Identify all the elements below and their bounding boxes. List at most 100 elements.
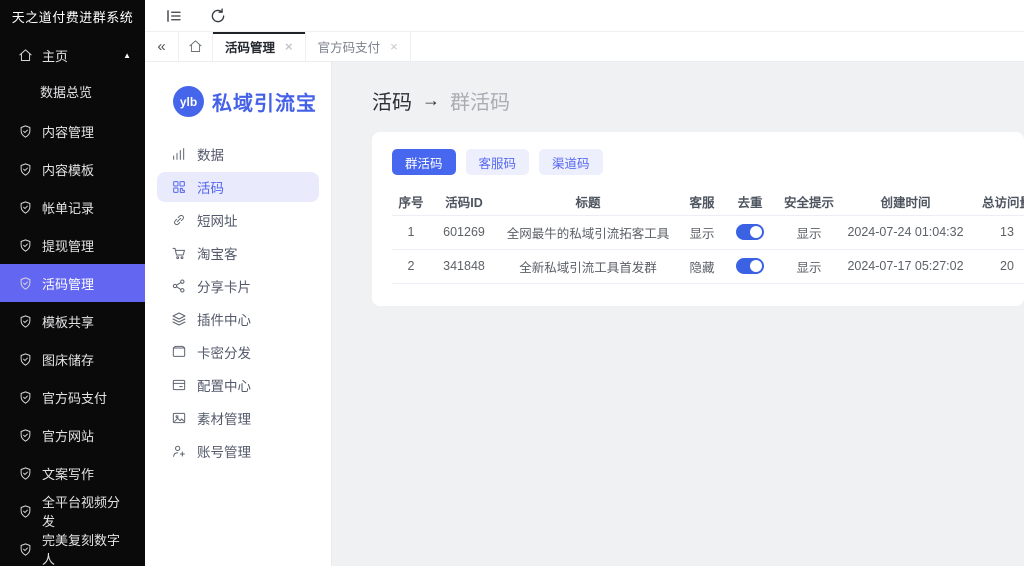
sidebar-item-video-distribute[interactable]: 全平台视频分发: [0, 492, 145, 530]
home-tab-icon[interactable]: [179, 32, 213, 61]
cell-index: 2: [392, 249, 430, 283]
group-code-button[interactable]: 群活码: [392, 149, 456, 175]
sidebar-item-official-pay[interactable]: 官方码支付: [0, 378, 145, 416]
cell-title: 全新私域引流工具首发群: [498, 249, 678, 283]
tab-close-icon[interactable]: ×: [390, 40, 398, 53]
main-content: 活码 → 群活码 群活码 客服码 渠道码 序号 活码ID 标题 客服 去重 安全…: [332, 62, 1024, 566]
header-title: 标题: [498, 188, 678, 215]
sidebar-item-label: 帐单记录: [42, 198, 94, 217]
tab-close-icon[interactable]: ×: [285, 40, 293, 53]
sidebar-item-official-site[interactable]: 官方网站: [0, 416, 145, 454]
tabs-scroll-left-icon[interactable]: «: [145, 32, 179, 61]
sidebar-item-label: 完美复刻数字人: [42, 530, 131, 566]
sidebar-item-withdraw-manage[interactable]: 提现管理: [0, 226, 145, 264]
cell-code-id: 601269: [430, 215, 498, 249]
menu-item-share-card[interactable]: 分享卡片: [157, 271, 319, 301]
menu-item-account-manage[interactable]: 账号管理: [157, 436, 319, 466]
tab-bar: « 活码管理 × 官方码支付 ×: [145, 32, 1024, 62]
menu-item-livecode[interactable]: 活码: [157, 172, 319, 202]
dedupe-toggle[interactable]: [736, 258, 764, 274]
tab-label: 活码管理: [225, 37, 275, 56]
arrow-right-icon: →: [422, 90, 440, 111]
breadcrumb-parent[interactable]: 活码: [372, 86, 412, 115]
sidebar-item-home[interactable]: 主页 ▲: [0, 36, 145, 74]
shield-check-icon: [18, 238, 33, 253]
tab-official-pay[interactable]: 官方码支付 ×: [306, 32, 411, 61]
sidebar-item-label: 活码管理: [42, 274, 94, 293]
menu-item-label: 短网址: [197, 210, 238, 230]
sidebar-item-label: 内容管理: [42, 122, 94, 141]
cell-service: 隐藏: [678, 249, 726, 283]
shield-check-icon: [18, 352, 33, 367]
link-icon: [171, 212, 187, 228]
sidebar-item-label: 官方码支付: [42, 388, 107, 407]
menu-item-label: 活码: [197, 177, 224, 197]
secondary-sidebar: ylb 私域引流宝 数据 活码 短网址 淘宝客 分享卡片 插件中心: [145, 62, 332, 566]
menu-item-plugin-center[interactable]: 插件中心: [157, 304, 319, 334]
shield-check-icon: [18, 314, 33, 329]
sidebar-subitem-data-overview[interactable]: 数据总览: [0, 74, 145, 112]
sidebar-item-label: 图床储存: [42, 350, 94, 369]
cell-safety: 显示: [774, 249, 844, 283]
header-visits: 总访问量: [967, 188, 1024, 215]
header-safety: 安全提示: [774, 188, 844, 215]
shield-check-icon: [18, 390, 33, 405]
menu-item-label: 插件中心: [197, 309, 251, 329]
user-plus-icon: [171, 443, 187, 459]
menu-item-taobao[interactable]: 淘宝客: [157, 238, 319, 268]
tab-label: 官方码支付: [318, 37, 381, 56]
sidebar-item-image-storage[interactable]: 图床储存: [0, 340, 145, 378]
layers-icon: [171, 311, 187, 327]
menu-item-config-center[interactable]: 配置中心: [157, 370, 319, 400]
menu-item-data[interactable]: 数据: [157, 139, 319, 169]
brand-logo: ylb 私域引流宝: [145, 62, 331, 135]
primary-sidebar: 天之道付费进群系统 主页 ▲ 数据总览 内容管理 内容模板 帐单记录 提现管理 …: [0, 0, 145, 566]
menu-item-material-manage[interactable]: 素材管理: [157, 403, 319, 433]
menu-item-label: 数据: [197, 144, 224, 164]
menu-item-short-url[interactable]: 短网址: [157, 205, 319, 235]
bar-chart-icon: [171, 146, 187, 162]
share-icon: [171, 278, 187, 294]
sidebar-item-billing-records[interactable]: 帐单记录: [0, 188, 145, 226]
caret-up-icon[interactable]: ▲: [123, 51, 131, 60]
image-icon: [171, 410, 187, 426]
header-created: 创建时间: [844, 188, 967, 215]
sidebar-item-template-share[interactable]: 模板共享: [0, 302, 145, 340]
dedupe-toggle[interactable]: [736, 224, 764, 240]
livecode-card: 群活码 客服码 渠道码 序号 活码ID 标题 客服 去重 安全提示 创建时间 总…: [372, 132, 1024, 306]
sidebar-item-label: 模板共享: [42, 312, 94, 331]
collapse-menu-icon[interactable]: [165, 7, 183, 25]
header-service: 客服: [678, 188, 726, 215]
cart-icon: [171, 245, 187, 261]
refresh-icon[interactable]: [209, 7, 227, 25]
sidebar-item-label: 官方网站: [42, 426, 94, 445]
logo-bubble-icon: ylb: [173, 86, 204, 117]
cell-safety: 显示: [774, 215, 844, 249]
sidebar-item-livecode-manage[interactable]: 活码管理: [0, 264, 145, 302]
sidebar-item-content-manage[interactable]: 内容管理: [0, 112, 145, 150]
card-icon: [171, 344, 187, 360]
menu-item-label: 素材管理: [197, 408, 251, 428]
config-icon: [171, 377, 187, 393]
menu-item-label: 分享卡片: [197, 276, 251, 296]
sidebar-item-content-template[interactable]: 内容模板: [0, 150, 145, 188]
cell-code-id: 341848: [430, 249, 498, 283]
shield-check-icon: [18, 428, 33, 443]
shield-check-icon: [18, 466, 33, 481]
cell-visits: 20: [967, 249, 1024, 283]
menu-item-label: 卡密分发: [197, 342, 251, 362]
channel-code-button[interactable]: 渠道码: [539, 149, 603, 175]
menu-item-card-distribute[interactable]: 卡密分发: [157, 337, 319, 367]
shield-check-icon: [18, 276, 33, 291]
brand-name: 私域引流宝: [212, 87, 317, 116]
breadcrumb-current: 群活码: [450, 86, 510, 115]
table-header-row: 序号 活码ID 标题 客服 去重 安全提示 创建时间 总访问量: [392, 188, 1024, 215]
cell-service: 显示: [678, 215, 726, 249]
service-code-button[interactable]: 客服码: [466, 149, 530, 175]
home-icon: [18, 48, 33, 63]
tab-livecode-manage[interactable]: 活码管理 ×: [213, 32, 306, 61]
breadcrumb: 活码 → 群活码: [372, 86, 1024, 115]
shield-check-icon: [18, 542, 33, 557]
sidebar-item-digital-human[interactable]: 完美复刻数字人: [0, 530, 145, 566]
sidebar-item-copywriting[interactable]: 文案写作: [0, 454, 145, 492]
